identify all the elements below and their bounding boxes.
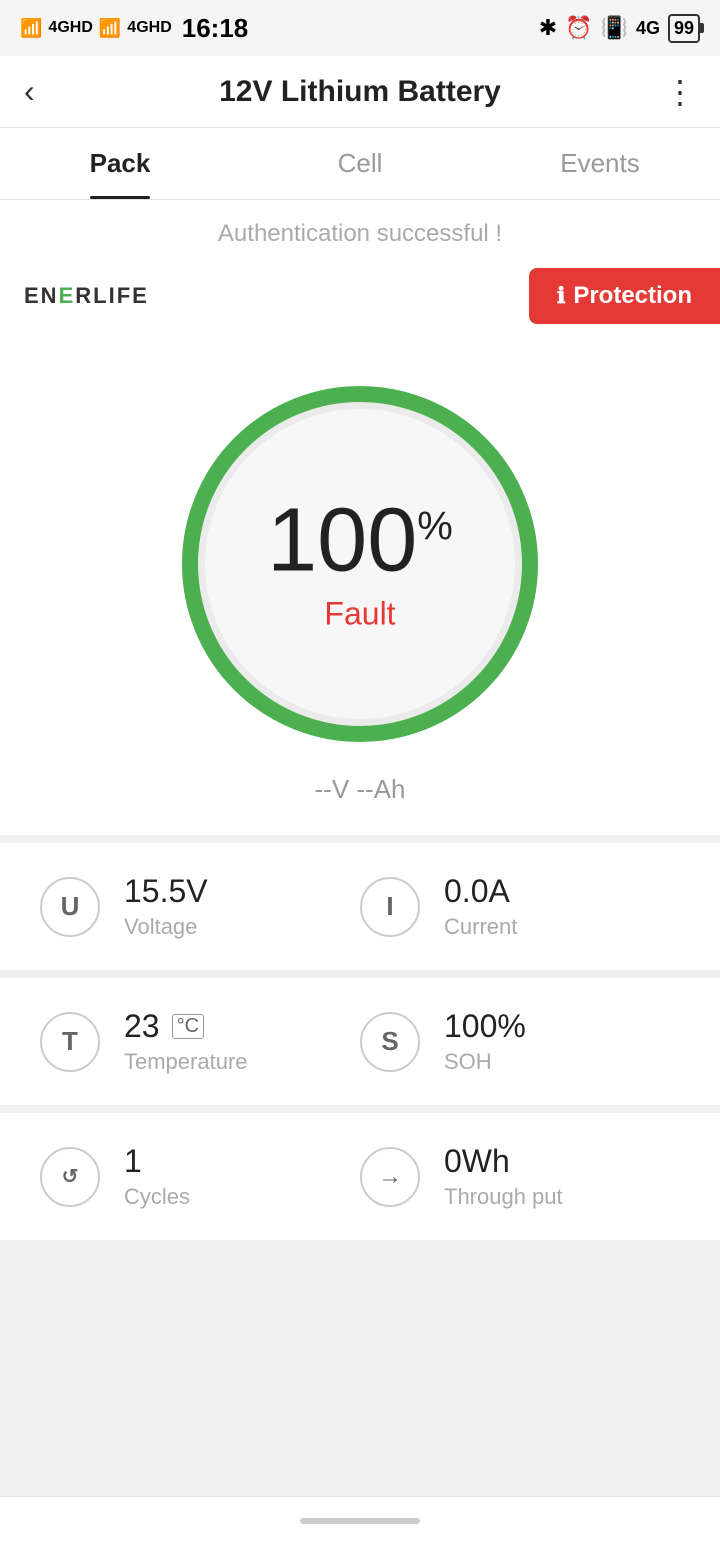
metric-current: I 0.0A Current (360, 873, 680, 940)
metrics-row-2: T 23 °C Temperature S 100% SOH (0, 978, 720, 1105)
cycles-label: Cycles (124, 1184, 190, 1210)
metric-temperature: T 23 °C Temperature (40, 1008, 360, 1075)
alarm-icon: ⏰ (565, 15, 592, 41)
throughput-icon-circle: → (360, 1147, 420, 1207)
signal-4g-icon: 4G (636, 18, 660, 39)
gauge-section: 100% Fault --V --Ah (0, 344, 720, 835)
back-button[interactable]: ‹ (24, 73, 72, 110)
metric-cycles: ↺ 1 Cycles (40, 1143, 360, 1210)
metric-voltage-text: 15.5V Voltage (124, 873, 208, 940)
signal-label-1: 4GHD (48, 19, 92, 37)
temperature-value: 23 °C (124, 1008, 248, 1045)
metrics-row-1: U 15.5V Voltage I 0.0A Current (0, 843, 720, 970)
metrics-row-3: ↺ 1 Cycles → 0Wh Through put (0, 1113, 720, 1240)
metric-soh-text: 100% SOH (444, 1008, 526, 1075)
metric-voltage: U 15.5V Voltage (40, 873, 360, 940)
metric-throughput-text: 0Wh Through put (444, 1143, 563, 1210)
status-left: 📶 4GHD 📶 4GHD 16:18 (20, 13, 248, 44)
auth-message: Authentication successful ! (218, 220, 502, 247)
gauge-wrapper: 100% Fault (170, 374, 550, 754)
metric-soh: S 100% SOH (360, 1008, 680, 1075)
voltage-ah: --V --Ah (315, 774, 406, 805)
bottom-spacer (0, 1248, 720, 1368)
throughput-value: 0Wh (444, 1143, 563, 1180)
alert-icon: ℹ (557, 283, 565, 309)
current-label: Current (444, 914, 517, 940)
main-content: Authentication successful ! ENERLIFE ℹ P… (0, 200, 720, 1544)
bluetooth-icon: ✱ (539, 15, 557, 41)
temperature-icon-circle: T (40, 1012, 100, 1072)
brand-protection-row: ENERLIFE ℹ Protection (0, 258, 720, 344)
page-title: 12V Lithium Battery (219, 75, 501, 109)
status-right: ✱ ⏰ 📳 4G 99 (539, 14, 700, 43)
cycles-icon-circle: ↺ (40, 1147, 100, 1207)
status-time: 16:18 (182, 13, 249, 44)
gauge-inner: 100% Fault (267, 496, 453, 633)
metric-cycles-text: 1 Cycles (124, 1143, 190, 1210)
signal-icon-2: 📶 (99, 18, 121, 39)
header: ‹ 12V Lithium Battery ⋮ (0, 56, 720, 128)
battery-level: 99 (674, 18, 694, 39)
tab-events[interactable]: Events (480, 128, 720, 199)
temperature-label: Temperature (124, 1049, 248, 1075)
pct-symbol: % (417, 505, 453, 549)
gauge-percentage: 100% (267, 496, 453, 586)
bottom-nav-indicator (300, 1518, 420, 1524)
cycles-value: 1 (124, 1143, 190, 1180)
tab-bar: Pack Cell Events (0, 128, 720, 200)
tab-pack[interactable]: Pack (0, 128, 240, 199)
soh-icon-circle: S (360, 1012, 420, 1072)
soh-value: 100% (444, 1008, 526, 1045)
signal-icon-1: 📶 (20, 18, 42, 39)
protection-label: Protection (573, 282, 692, 310)
current-value: 0.0A (444, 873, 517, 910)
signal-label-2: 4GHD (127, 19, 171, 37)
voltage-value: 15.5V (124, 873, 208, 910)
vibrate-icon: 📳 (601, 15, 628, 41)
soh-label: SOH (444, 1049, 526, 1075)
gauge-status: Fault (324, 596, 395, 633)
metric-current-text: 0.0A Current (444, 873, 517, 940)
voltage-icon-circle: U (40, 877, 100, 937)
menu-button[interactable]: ⋮ (648, 73, 696, 111)
voltage-label: Voltage (124, 914, 208, 940)
protection-badge[interactable]: ℹ Protection (529, 268, 720, 324)
status-bar: 📶 4GHD 📶 4GHD 16:18 ✱ ⏰ 📳 4G 99 (0, 0, 720, 56)
current-icon-circle: I (360, 877, 420, 937)
throughput-label: Through put (444, 1184, 563, 1210)
metric-throughput: → 0Wh Through put (360, 1143, 680, 1210)
brand-logo: ENERLIFE (24, 283, 149, 309)
auth-bar: Authentication successful ! (0, 200, 720, 258)
celsius-box: °C (172, 1014, 204, 1039)
metrics-grid: U 15.5V Voltage I 0.0A Current (0, 843, 720, 1368)
metric-temperature-text: 23 °C Temperature (124, 1008, 248, 1075)
battery-indicator: 99 (668, 14, 700, 43)
bottom-nav (0, 1496, 720, 1544)
tab-cell[interactable]: Cell (240, 128, 480, 199)
